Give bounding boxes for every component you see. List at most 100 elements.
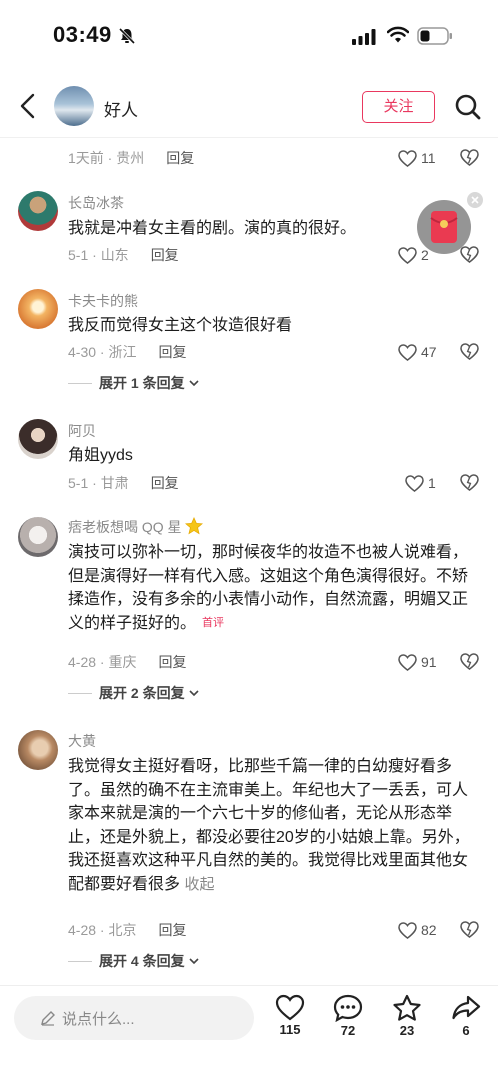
avatar[interactable] bbox=[18, 730, 58, 770]
comment-text: 演技可以弥补一切，那时候夜华的妆造不也被人说难看，但是演得好一样有代入感。这姐这… bbox=[68, 541, 473, 635]
like-button[interactable]: 91 bbox=[398, 651, 437, 673]
author-avatar[interactable] bbox=[54, 86, 94, 126]
comment-text: 角姐yyds bbox=[68, 447, 133, 464]
like-post-button[interactable]: 115 bbox=[265, 994, 315, 1037]
reply-button[interactable]: 回复 bbox=[151, 247, 179, 263]
reply-button[interactable]: 回复 bbox=[158, 922, 186, 938]
dislike-icon[interactable] bbox=[460, 343, 479, 360]
heart-icon bbox=[275, 994, 305, 1021]
comment-location: 北京 bbox=[108, 922, 137, 938]
comment-username-text: 痞老板想喝 QQ 星 bbox=[68, 519, 182, 535]
first-comment-tag: 首评 bbox=[202, 616, 225, 629]
heart-icon bbox=[405, 474, 424, 492]
reply-button[interactable]: 回复 bbox=[166, 150, 194, 166]
comment-time: 5-1 bbox=[68, 475, 89, 491]
like-count: 1 bbox=[428, 475, 436, 491]
avatar[interactable] bbox=[18, 289, 58, 329]
expand-replies-label: 展开 4 条回复 bbox=[99, 953, 185, 969]
dislike-icon[interactable] bbox=[460, 921, 479, 938]
wifi-icon bbox=[387, 26, 409, 43]
dislike-icon[interactable] bbox=[460, 149, 479, 166]
expand-replies-button[interactable]: 展开 1 条回复 bbox=[68, 373, 200, 393]
status-bar: 03:49 bbox=[0, 0, 498, 74]
favorite-button[interactable]: 23 bbox=[382, 994, 432, 1038]
like-count: 11 bbox=[421, 150, 436, 166]
comment-bubble-icon bbox=[333, 994, 363, 1022]
collapse-button[interactable]: 收起 bbox=[184, 876, 214, 893]
favorite-count: 23 bbox=[399, 1023, 415, 1038]
star-icon bbox=[393, 994, 421, 1021]
share-arrow-icon bbox=[452, 995, 481, 1020]
follow-button[interactable]: 关注 bbox=[362, 91, 435, 123]
like-count: 115 bbox=[279, 1022, 301, 1037]
comment-meta: 4-28 · 北京 回复 bbox=[68, 922, 187, 938]
comment-text: 我就是冲着女主看的剧。演的真的很好。 bbox=[68, 220, 357, 237]
chevron-down-icon bbox=[189, 690, 199, 697]
chevron-down-icon bbox=[189, 380, 199, 387]
comment-meta: 5-1 · 山东 回复 bbox=[68, 247, 179, 263]
back-arrow-icon[interactable] bbox=[18, 93, 38, 119]
like-button[interactable]: 1 bbox=[405, 472, 436, 494]
comment-count: 72 bbox=[340, 1023, 356, 1038]
dislike-icon[interactable] bbox=[460, 474, 479, 491]
divider-line bbox=[68, 692, 92, 694]
comment-input-placeholder: 说点什么... bbox=[62, 1011, 135, 1028]
avatar[interactable] bbox=[18, 517, 58, 557]
comment-location: 浙江 bbox=[108, 344, 137, 360]
signal-icon bbox=[352, 29, 376, 45]
comment-location: 贵州 bbox=[116, 150, 145, 166]
chevron-down-icon bbox=[189, 958, 199, 965]
comment-list[interactable]: 1天前 · 贵州 回复 11 长岛冰茶 我就是冲着女主看的剧。演的真的很好。 5-… bbox=[0, 138, 498, 983]
like-button[interactable]: 47 bbox=[398, 341, 437, 363]
like-count: 91 bbox=[421, 654, 437, 670]
bottom-action-bar: 说点什么... 115 72 23 6 bbox=[0, 985, 498, 1080]
comment-location: 山东 bbox=[100, 247, 129, 263]
author-name[interactable]: 好人 bbox=[104, 96, 138, 121]
reply-button[interactable]: 回复 bbox=[151, 475, 179, 491]
like-count: 82 bbox=[421, 922, 437, 938]
dislike-icon[interactable] bbox=[460, 653, 479, 670]
expand-replies-button[interactable]: 展开 2 条回复 bbox=[68, 683, 200, 703]
heart-icon bbox=[398, 246, 417, 264]
search-icon[interactable] bbox=[454, 93, 482, 121]
avatar[interactable] bbox=[18, 191, 58, 231]
divider-line bbox=[68, 960, 92, 962]
red-packet-button[interactable] bbox=[417, 200, 471, 254]
expand-replies-label: 展开 2 条回复 bbox=[99, 685, 185, 701]
share-button[interactable]: 6 bbox=[441, 994, 491, 1038]
reply-button[interactable]: 回复 bbox=[158, 344, 186, 360]
comment-time: 4-28 bbox=[68, 922, 97, 938]
close-icon bbox=[471, 196, 479, 204]
comment-username[interactable]: 痞老板想喝 QQ 星 bbox=[68, 516, 204, 537]
comment-text: 我觉得女主挺好看呀，比那些千篇一律的白幼瘦好看多了。虽然的确不在主流审美上。年纪… bbox=[68, 755, 473, 896]
comment-meta: 4-30 · 浙江 回复 bbox=[68, 344, 187, 360]
comment-text: 我反而觉得女主这个妆造很好看 bbox=[68, 317, 293, 334]
comment-text-body: 演技可以弥补一切，那时候夜华的妆造不也被人说难看，但是演得好一样有代入感。这姐这… bbox=[68, 544, 469, 632]
status-time: 03:49 bbox=[53, 22, 112, 47]
reply-button[interactable]: 回复 bbox=[158, 654, 186, 670]
avatar[interactable] bbox=[18, 419, 58, 459]
comment-username[interactable]: 卡夫卡的熊 bbox=[68, 291, 138, 311]
comment-input[interactable]: 说点什么... bbox=[14, 996, 254, 1040]
share-count: 6 bbox=[462, 1023, 470, 1038]
heart-icon bbox=[398, 149, 417, 167]
close-red-packet-button[interactable] bbox=[467, 192, 483, 208]
heart-icon bbox=[398, 921, 417, 939]
pencil-icon bbox=[41, 1011, 55, 1026]
divider-line bbox=[68, 382, 92, 384]
like-button[interactable]: 82 bbox=[398, 919, 437, 941]
comment-username[interactable]: 大黄 bbox=[68, 731, 96, 751]
comment-username[interactable]: 长岛冰茶 bbox=[68, 193, 124, 213]
comment-location: 甘肃 bbox=[100, 475, 129, 491]
comment-meta: 5-1 · 甘肃 回复 bbox=[68, 475, 179, 491]
like-button[interactable]: 11 bbox=[398, 147, 436, 169]
expand-replies-button[interactable]: 展开 4 条回复 bbox=[68, 951, 200, 971]
star-badge-icon bbox=[185, 516, 204, 535]
comment-username[interactable]: 阿贝 bbox=[68, 421, 96, 441]
battery-icon bbox=[417, 27, 452, 45]
like-count: 47 bbox=[421, 344, 437, 360]
comments-button[interactable]: 72 bbox=[323, 994, 373, 1038]
comment-time: 1天前 bbox=[68, 150, 104, 166]
comment-time: 4-30 bbox=[68, 344, 97, 360]
expand-replies-label: 展开 1 条回复 bbox=[99, 375, 185, 391]
